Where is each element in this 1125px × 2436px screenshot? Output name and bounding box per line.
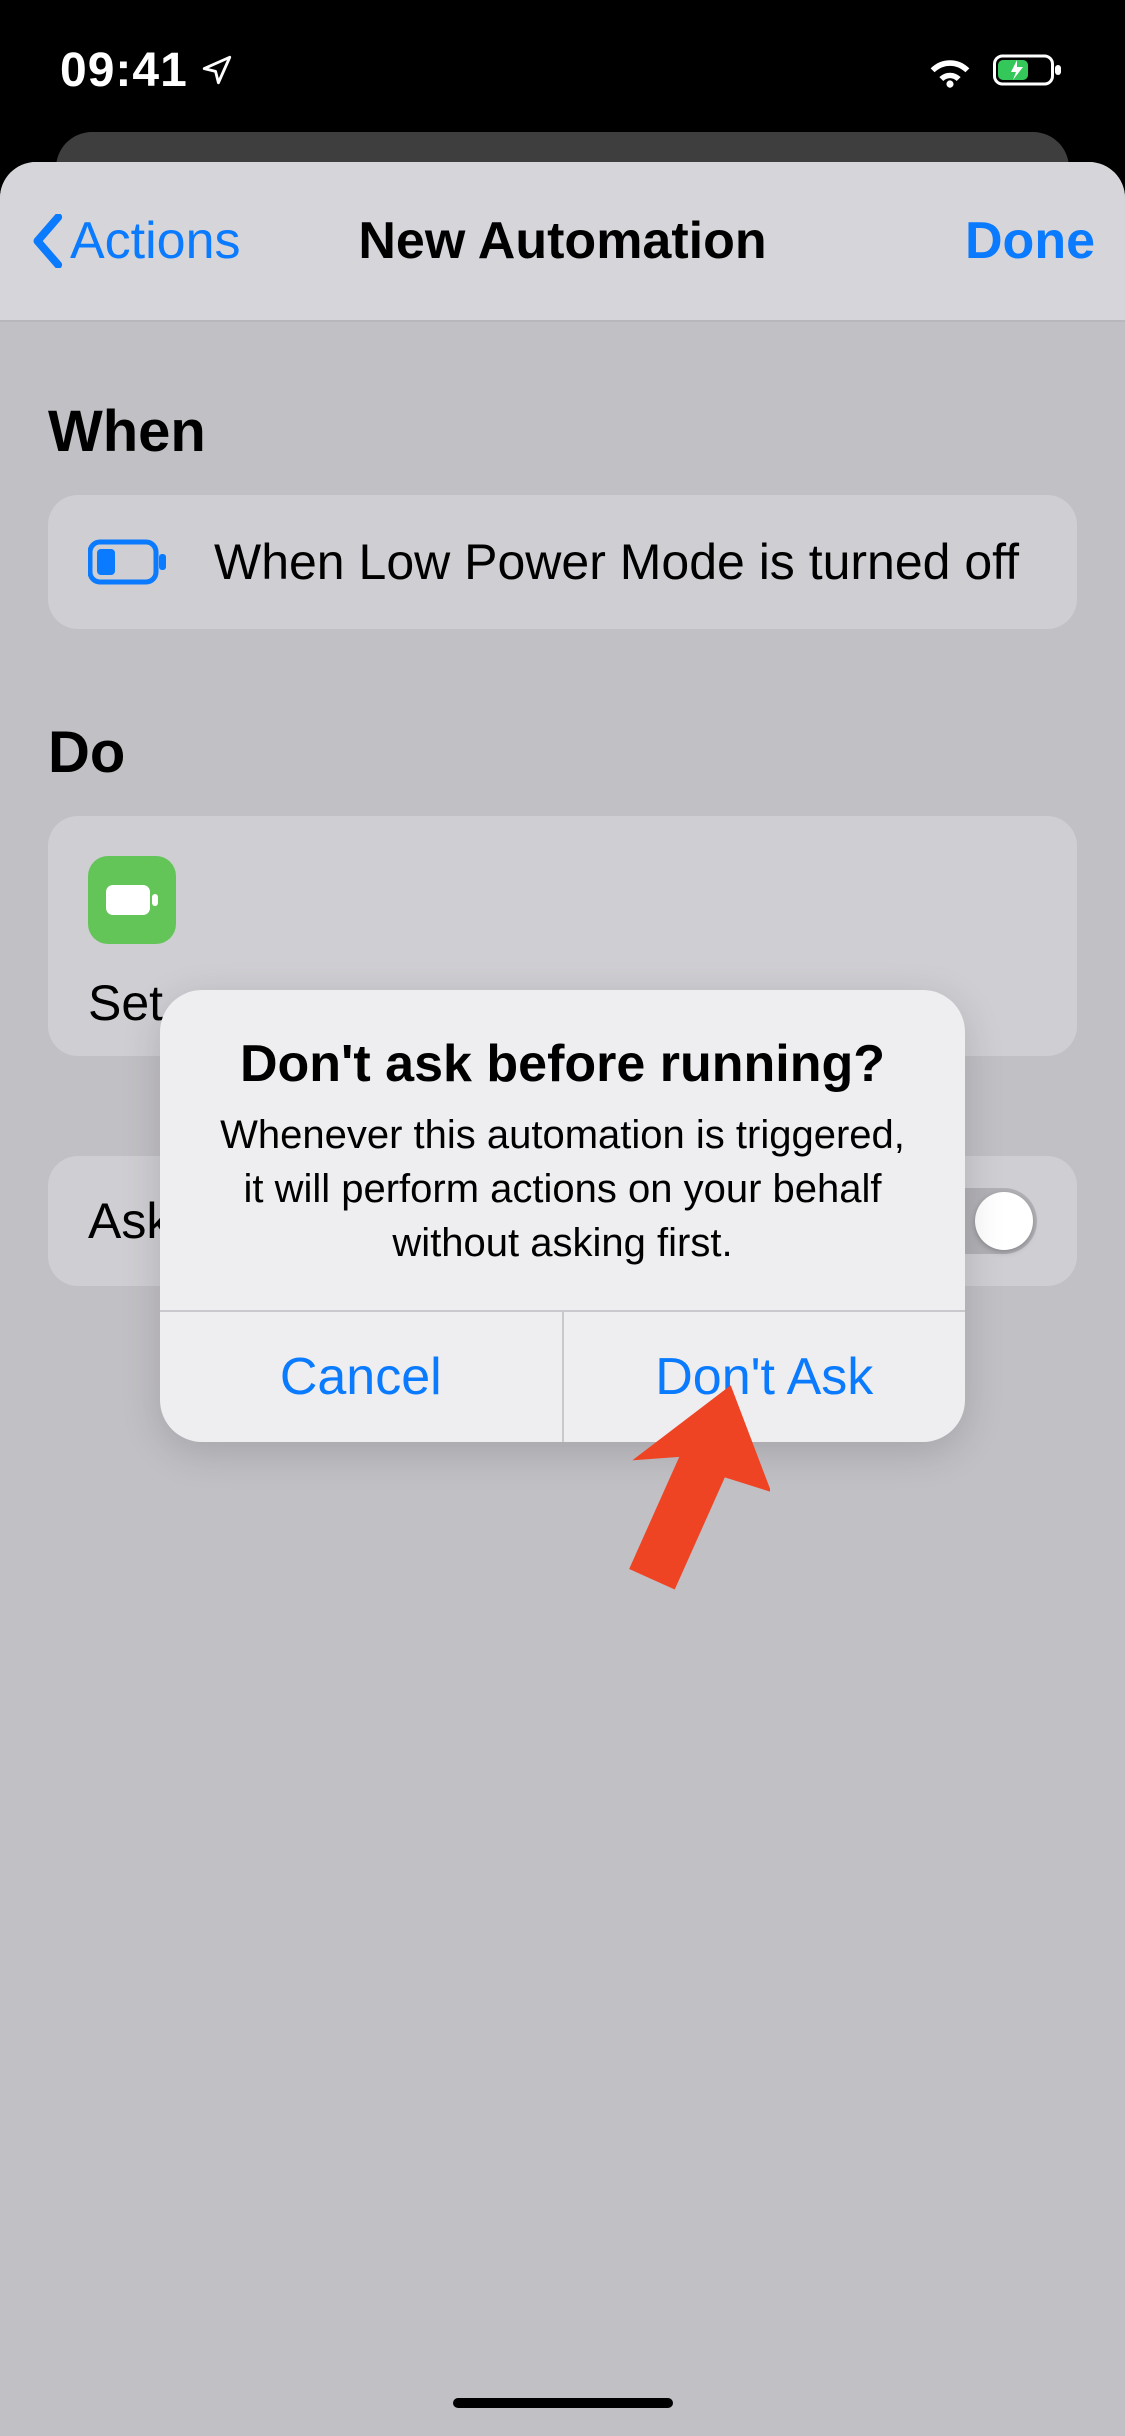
nav-title: New Automation [290,211,835,271]
cancel-button[interactable]: Cancel [160,1312,564,1442]
status-left: 09:41 [60,43,234,98]
back-button-label: Actions [70,211,241,271]
alert-title: Don't ask before running? [208,1034,917,1094]
done-button[interactable]: Done [965,211,1095,271]
device-frame: 09:41 [0,0,1125,2436]
do-section-label: Do [48,719,1077,786]
battery-action-icon [88,856,176,944]
toggle-knob [975,1192,1033,1250]
location-icon [200,53,234,87]
alert-message: Whenever this automation is triggered, i… [208,1108,917,1270]
when-section-label: When [48,398,1077,465]
wifi-icon [925,51,975,89]
when-condition-text: When Low Power Mode is turned off [214,533,1019,591]
pointer-arrow-icon [600,1380,770,1615]
status-bar: 09:41 [0,0,1125,140]
home-indicator[interactable] [453,2398,673,2408]
confirmation-alert: Don't ask before running? Whenever this … [160,990,965,1442]
low-power-mode-icon [88,538,168,586]
status-right [925,51,1065,89]
battery-charging-icon [993,52,1065,88]
nav-bar: Actions New Automation Done [0,162,1125,322]
alert-buttons: Cancel Don't Ask [160,1310,965,1442]
alert-body: Don't ask before running? Whenever this … [160,990,965,1310]
ask-before-running-label: Ask [88,1192,171,1250]
when-condition-cell[interactable]: When Low Power Mode is turned off [48,495,1077,629]
status-time: 09:41 [60,43,188,98]
back-button[interactable]: Actions [30,211,241,271]
